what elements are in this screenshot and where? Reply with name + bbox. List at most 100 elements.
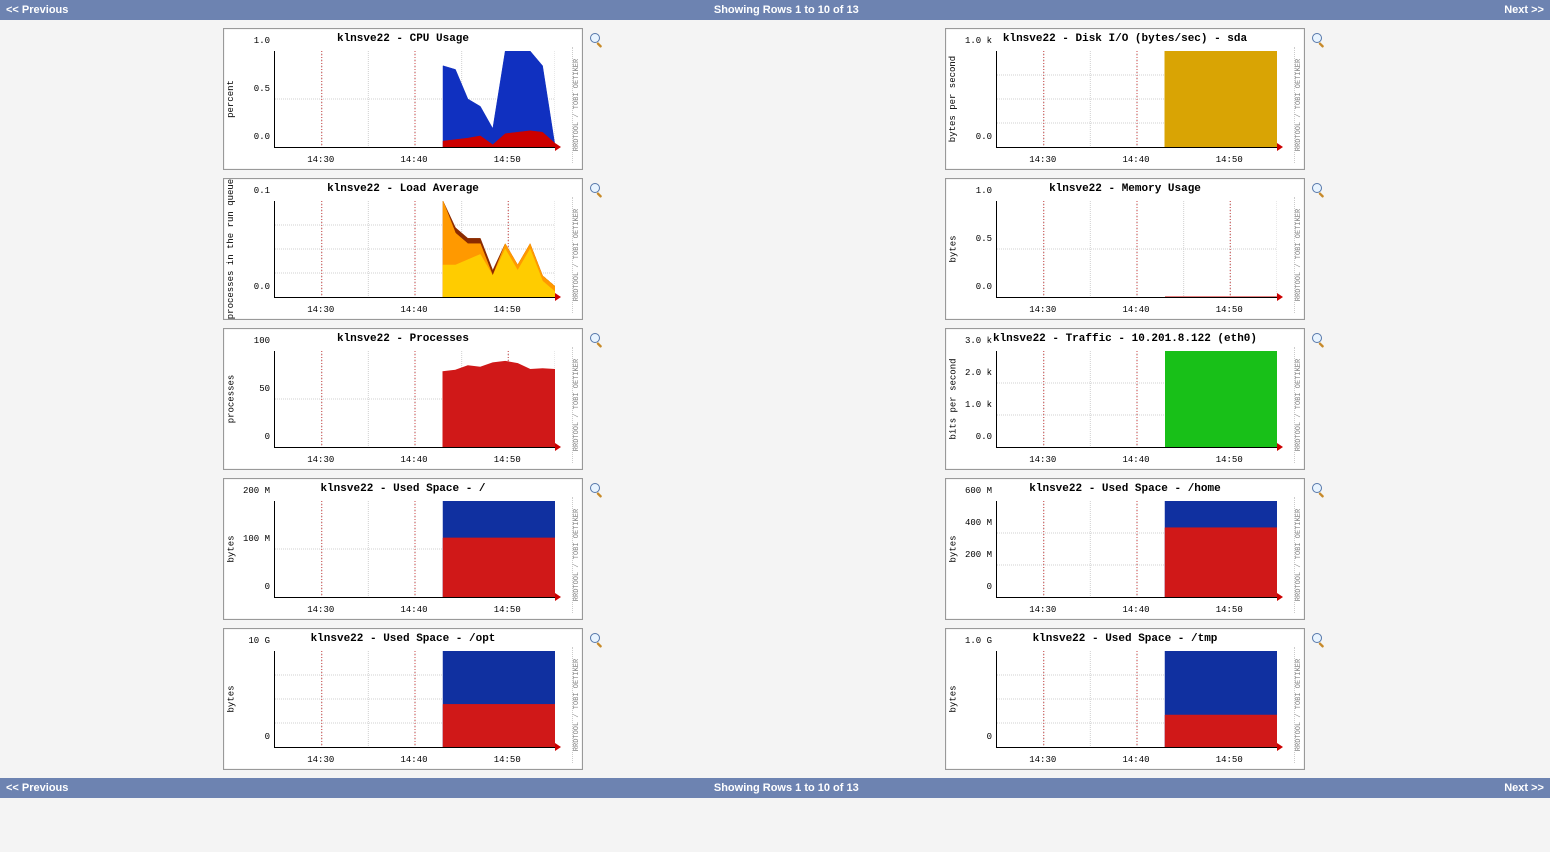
chart-title: klnsve22 - Memory Usage (946, 179, 1304, 197)
chart-panel-opt: klnsve22 - Used Space - /opt bytes 010 G… (223, 628, 583, 770)
y-axis-label: processes (226, 329, 236, 469)
rrdtool-tag: RRDTOOL / TOBI OETIKER (1294, 347, 1303, 463)
plot-area (274, 51, 555, 148)
axis-arrow-icon (1277, 593, 1283, 601)
chart-title: klnsve22 - Used Space - /tmp (946, 629, 1304, 647)
chart-panel-cpu: klnsve22 - CPU Usage percent 0.00.51.0 1… (223, 28, 583, 170)
rows-status-bottom: Showing Rows 1 to 10 of 13 (714, 778, 859, 798)
chart-row-cpu: klnsve22 - CPU Usage percent 0.00.51.0 1… (223, 28, 605, 170)
chart-row-load: klnsve22 - Load Average processes in the… (223, 178, 605, 320)
y-axis-label: bytes (226, 629, 236, 769)
y-axis-label: percent (226, 29, 236, 169)
zoom-icon[interactable] (1311, 182, 1327, 198)
x-ticks: 14:3014:4014:50 (996, 605, 1276, 617)
chart-panel-mem: klnsve22 - Memory Usage bytes 0.00.51.0 … (945, 178, 1305, 320)
plot-area (274, 651, 555, 748)
rrdtool-tag: RRDTOOL / TOBI OETIKER (572, 197, 581, 313)
zoom-icon[interactable] (589, 182, 605, 198)
axis-arrow-icon (555, 743, 561, 751)
plot-area (996, 51, 1277, 148)
axis-arrow-icon (555, 143, 561, 151)
x-ticks: 14:3014:4014:50 (274, 455, 554, 467)
chart-row-home: klnsve22 - Used Space - /home bytes 0200… (945, 478, 1327, 620)
chart-title: klnsve22 - Used Space - /home (946, 479, 1304, 497)
y-ticks: 0.00.51.0 (958, 201, 994, 297)
chart-row-proc: klnsve22 - Processes processes 050100 14… (223, 328, 605, 470)
y-axis-label: processes in the run queue (226, 179, 236, 319)
y-axis-label: bytes (948, 629, 958, 769)
y-axis-label: bytes (226, 479, 236, 619)
chart-panel-proc: klnsve22 - Processes processes 050100 14… (223, 328, 583, 470)
zoom-icon[interactable] (589, 332, 605, 348)
chart-title: klnsve22 - CPU Usage (224, 29, 582, 47)
rrdtool-tag: RRDTOOL / TOBI OETIKER (572, 497, 581, 613)
plot-area (996, 351, 1277, 448)
x-ticks: 14:3014:4014:50 (274, 605, 554, 617)
axis-arrow-icon (1277, 743, 1283, 751)
y-ticks: 010 G (236, 651, 272, 747)
chart-title: klnsve22 - Traffic - 10.201.8.122 (eth0) (946, 329, 1304, 347)
axis-arrow-icon (1277, 443, 1283, 451)
y-ticks: 0.01.0 k (958, 51, 994, 147)
plot-area (274, 501, 555, 598)
x-ticks: 14:3014:4014:50 (996, 305, 1276, 317)
rows-status: Showing Rows 1 to 10 of 13 (714, 0, 859, 20)
y-axis-label: bytes (948, 179, 958, 319)
rrdtool-tag: RRDTOOL / TOBI OETIKER (1294, 47, 1303, 163)
zoom-icon[interactable] (1311, 482, 1327, 498)
y-ticks: 0.00.51.0 (236, 51, 272, 147)
rrdtool-tag: RRDTOOL / TOBI OETIKER (1294, 647, 1303, 763)
chart-row-disk: klnsve22 - Disk I/O (bytes/sec) - sda by… (945, 28, 1327, 170)
y-ticks: 0200 M400 M600 M (958, 501, 994, 597)
chart-panel-tmp: klnsve22 - Used Space - /tmp bytes 01.0 … (945, 628, 1305, 770)
chart-row-opt: klnsve22 - Used Space - /opt bytes 010 G… (223, 628, 605, 770)
chart-row-tmp: klnsve22 - Used Space - /tmp bytes 01.0 … (945, 628, 1327, 770)
zoom-icon[interactable] (1311, 632, 1327, 648)
dashboard: klnsve22 - CPU Usage percent 0.00.51.0 1… (0, 28, 1550, 770)
y-ticks: 050100 (236, 351, 272, 447)
zoom-icon[interactable] (589, 632, 605, 648)
y-ticks: 0.01.0 k2.0 k3.0 k (958, 351, 994, 447)
x-ticks: 14:3014:4014:50 (996, 455, 1276, 467)
y-ticks: 01.0 G (958, 651, 994, 747)
plot-area (274, 351, 555, 448)
zoom-icon[interactable] (1311, 332, 1327, 348)
chart-panel-home: klnsve22 - Used Space - /home bytes 0200… (945, 478, 1305, 620)
chart-panel-load: klnsve22 - Load Average processes in the… (223, 178, 583, 320)
zoom-icon[interactable] (589, 482, 605, 498)
zoom-icon[interactable] (1311, 32, 1327, 48)
plot-area (996, 651, 1277, 748)
rrdtool-tag: RRDTOOL / TOBI OETIKER (1294, 197, 1303, 313)
y-axis-label: bytes per second (948, 29, 958, 169)
plot-area (274, 201, 555, 298)
chart-title: klnsve22 - Used Space - /opt (224, 629, 582, 647)
x-ticks: 14:3014:4014:50 (274, 755, 554, 767)
rrdtool-tag: RRDTOOL / TOBI OETIKER (572, 47, 581, 163)
chart-title: klnsve22 - Used Space - / (224, 479, 582, 497)
chart-row-root: klnsve22 - Used Space - / bytes 0100 M20… (223, 478, 605, 620)
navbar-bottom: << Previous Showing Rows 1 to 10 of 13 N… (0, 778, 1550, 798)
zoom-icon[interactable] (589, 32, 605, 48)
chart-row-mem: klnsve22 - Memory Usage bytes 0.00.51.0 … (945, 178, 1327, 320)
next-link[interactable]: Next >> (1504, 0, 1544, 20)
plot-area (996, 201, 1277, 298)
prev-link-bottom[interactable]: << Previous (6, 778, 68, 798)
rrdtool-tag: RRDTOOL / TOBI OETIKER (1294, 497, 1303, 613)
chart-title: klnsve22 - Load Average (224, 179, 582, 197)
rrdtool-tag: RRDTOOL / TOBI OETIKER (572, 647, 581, 763)
chart-panel-disk: klnsve22 - Disk I/O (bytes/sec) - sda by… (945, 28, 1305, 170)
x-ticks: 14:3014:4014:50 (996, 155, 1276, 167)
chart-panel-root: klnsve22 - Used Space - / bytes 0100 M20… (223, 478, 583, 620)
next-link-bottom[interactable]: Next >> (1504, 778, 1544, 798)
axis-arrow-icon (1277, 143, 1283, 151)
chart-title: klnsve22 - Processes (224, 329, 582, 347)
plot-area (996, 501, 1277, 598)
chart-row-traf: klnsve22 - Traffic - 10.201.8.122 (eth0)… (945, 328, 1327, 470)
axis-arrow-icon (555, 443, 561, 451)
axis-arrow-icon (1277, 293, 1283, 301)
x-ticks: 14:3014:4014:50 (996, 755, 1276, 767)
prev-link[interactable]: << Previous (6, 0, 68, 20)
axis-arrow-icon (555, 293, 561, 301)
y-axis-label: bytes (948, 479, 958, 619)
navbar-top: << Previous Showing Rows 1 to 10 of 13 N… (0, 0, 1550, 20)
